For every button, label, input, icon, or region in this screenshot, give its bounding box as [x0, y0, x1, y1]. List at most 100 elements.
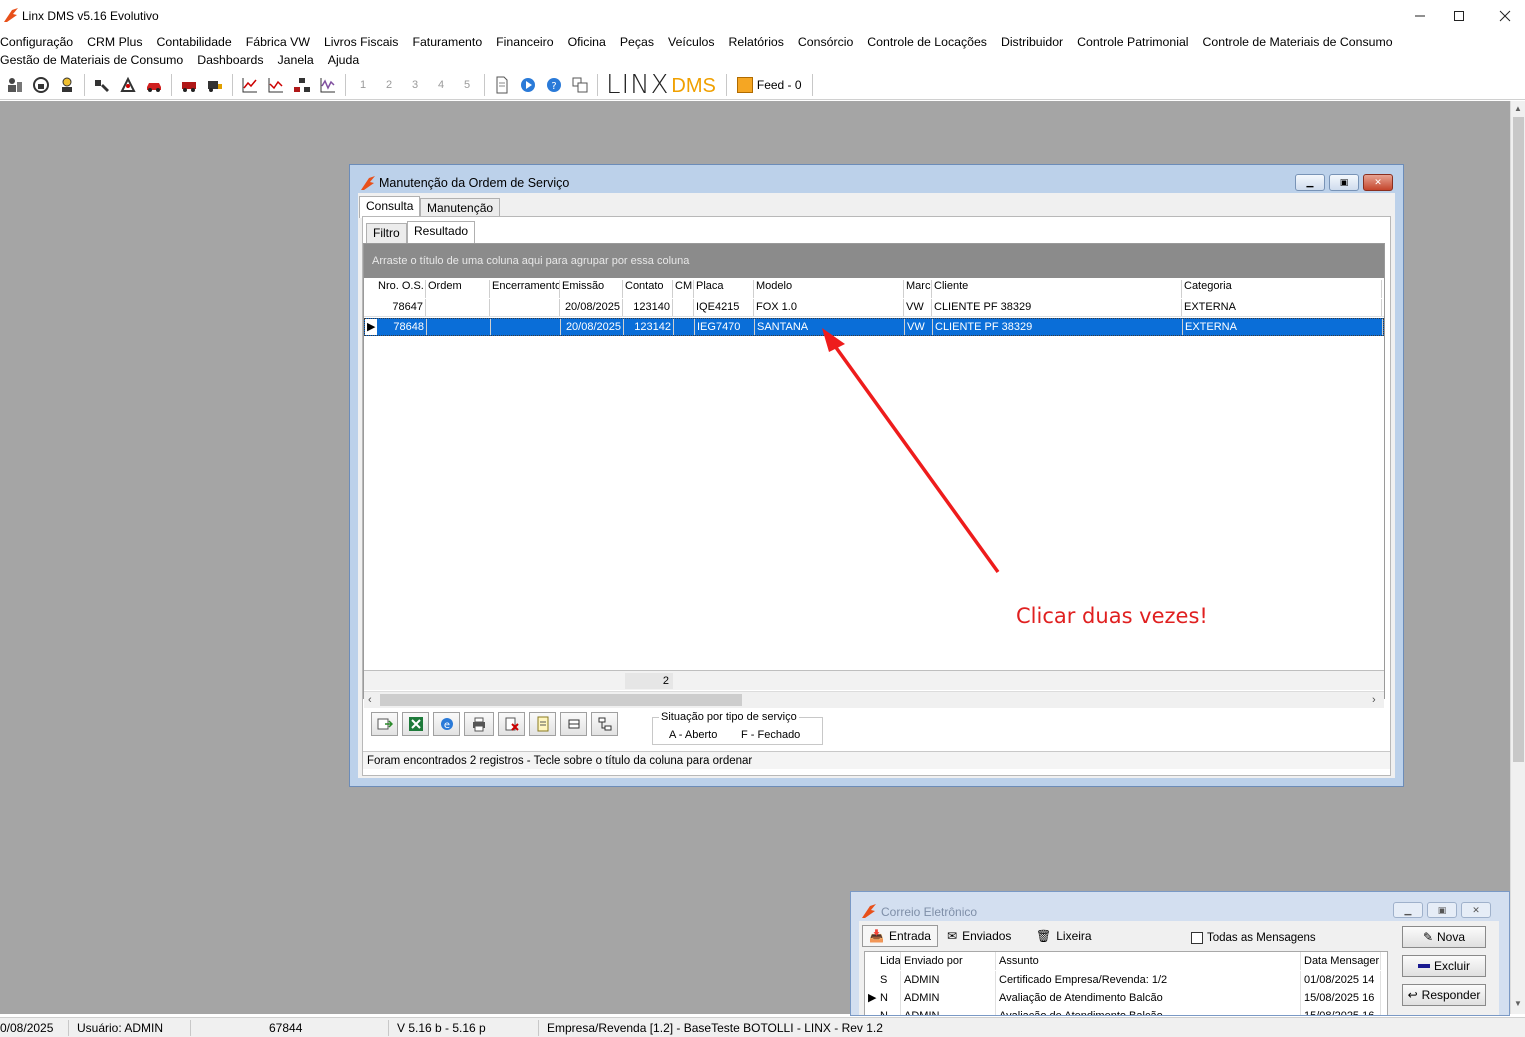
toolbar-window-5[interactable]: 5	[454, 73, 480, 97]
tree-button[interactable]	[591, 712, 618, 736]
menu-consorcio[interactable]: Consórcio	[798, 35, 860, 49]
col-header-nro-os[interactable]: Nro. O.S.	[376, 280, 426, 298]
mail-row[interactable]: N ADMIN Avaliação de Atendimento Balcão …	[865, 1007, 1387, 1015]
toolbar-button-truck[interactable]	[202, 73, 228, 97]
mail-col-lida[interactable]: Lida	[877, 952, 901, 970]
cell-cliente[interactable]: CLIENTE PF 38329	[933, 319, 1183, 335]
col-header-cm[interactable]: CM	[673, 280, 694, 298]
table-row-selected[interactable]: ▶ 78648 20/08/2025 123142 IEG7470 SANTAN…	[364, 318, 1384, 336]
col-header-marca[interactable]: Marc	[904, 280, 932, 298]
mail-responder-button[interactable]: ↩ Responder	[1402, 984, 1486, 1006]
scrollbar-thumb[interactable]	[1513, 117, 1524, 762]
collapse-button[interactable]	[560, 712, 587, 736]
mail-close-button[interactable]: ✕	[1461, 902, 1491, 918]
menu-janela[interactable]: Janela	[278, 53, 321, 67]
mail-cell-lida[interactable]: N	[877, 1007, 901, 1015]
col-header-encerramento[interactable]: Encerramento	[490, 280, 560, 298]
menu-contabilidade[interactable]: Contabilidade	[157, 35, 239, 49]
cell-cm[interactable]	[673, 299, 694, 316]
mail-excluir-button[interactable]: Excluir	[1402, 955, 1486, 977]
cell-marca[interactable]: VW	[905, 319, 933, 335]
cell-placa[interactable]: IQE4215	[694, 299, 754, 316]
scroll-down-icon[interactable]: ▼	[1514, 999, 1522, 1008]
tab-consulta[interactable]: Consulta	[359, 196, 421, 218]
toolbar-button-chart-1[interactable]	[237, 73, 263, 97]
cell-modelo[interactable]: SANTANA	[755, 319, 905, 335]
print-button[interactable]	[464, 712, 494, 736]
excel-button[interactable]	[402, 712, 429, 736]
mail-maximize-button[interactable]: ▣	[1427, 902, 1457, 918]
scroll-right-icon[interactable]: ›	[1372, 694, 1376, 706]
os-window-minimize-button[interactable]: ▁	[1295, 174, 1325, 191]
mail-cell-data[interactable]: 15/08/2025 16	[1301, 1007, 1381, 1015]
mail-cell-data[interactable]: 15/08/2025 16	[1301, 989, 1381, 1007]
toolbar-button-people[interactable]	[2, 73, 28, 97]
mail-cell-por[interactable]: ADMIN	[901, 971, 996, 989]
cell-cm[interactable]	[674, 319, 695, 335]
feed-button[interactable]: Feed - 0	[731, 76, 808, 93]
menu-controle-locacoes[interactable]: Controle de Locações	[867, 35, 994, 49]
menu-relatorios[interactable]: Relatórios	[729, 35, 791, 49]
maximize-button[interactable]	[1436, 4, 1482, 28]
menu-crm-plus[interactable]: CRM Plus	[87, 35, 149, 49]
export-button[interactable]	[371, 712, 398, 736]
all-messages-checkbox[interactable]: Todas as Mensagens	[1191, 932, 1316, 944]
menu-dashboards[interactable]: Dashboards	[197, 53, 270, 67]
menu-ajuda[interactable]: Ajuda	[328, 53, 366, 67]
toolbar-button-car[interactable]	[141, 73, 167, 97]
cell-emissao[interactable]: 20/08/2025	[560, 299, 623, 316]
cell-modelo[interactable]: FOX 1.0	[754, 299, 904, 316]
subtab-filtro[interactable]: Filtro	[366, 223, 407, 243]
toolbar-button-document[interactable]	[489, 73, 515, 97]
os-window-close-button[interactable]: ✕	[1363, 174, 1393, 191]
mail-cell-assunto[interactable]: Certificado Empresa/Revenda: 1/2	[996, 971, 1301, 989]
mail-cell-por[interactable]: ADMIN	[901, 989, 996, 1007]
delete-filter-button[interactable]	[498, 712, 525, 736]
menu-fabrica-vw[interactable]: Fábrica VW	[246, 35, 317, 49]
cell-ordem[interactable]	[426, 299, 490, 316]
close-button[interactable]	[1482, 4, 1525, 28]
toolbar-window-2[interactable]: 2	[376, 73, 402, 97]
mail-cell-assunto[interactable]: Avaliação de Atendimento Balcão	[996, 989, 1301, 1007]
mail-col-enviado-por[interactable]: Enviado por	[901, 952, 996, 970]
cell-cliente[interactable]: CLIENTE PF 38329	[932, 299, 1182, 316]
col-header-categoria[interactable]: Categoria	[1182, 280, 1382, 298]
cell-ordem[interactable]	[427, 319, 491, 335]
menu-livros-fiscais[interactable]: Livros Fiscais	[324, 35, 405, 49]
grid-horizontal-scrollbar[interactable]: ‹ ›	[364, 691, 1384, 708]
mail-nova-button[interactable]: ✎ Nova	[1402, 926, 1486, 948]
cell-nro-os[interactable]: 78648	[377, 319, 427, 335]
mail-tab-lixeira[interactable]: 🗑 Lixeira	[1030, 925, 1098, 947]
scroll-up-icon[interactable]: ▲	[1514, 104, 1522, 113]
menu-veiculos[interactable]: Veículos	[668, 35, 722, 49]
menu-configuracao[interactable]: Configuração	[0, 35, 80, 49]
mail-col-assunto[interactable]: Assunto	[996, 952, 1301, 970]
menu-faturamento[interactable]: Faturamento	[412, 35, 489, 49]
toolbar-window-1[interactable]: 1	[350, 73, 376, 97]
cell-marca[interactable]: VW	[904, 299, 932, 316]
toolbar-button-org[interactable]	[289, 73, 315, 97]
toolbar-window-3[interactable]: 3	[402, 73, 428, 97]
toolbar-window-4[interactable]: 4	[428, 73, 454, 97]
col-header-emissao[interactable]: Emissão	[560, 280, 623, 298]
col-header-contato[interactable]: Contato	[623, 280, 673, 298]
mail-row[interactable]: S ADMIN Certificado Empresa/Revenda: 1/2…	[865, 971, 1387, 989]
mail-cell-assunto[interactable]: Avaliação de Atendimento Balcão	[996, 1007, 1301, 1015]
toolbar-button-mechanic[interactable]	[115, 73, 141, 97]
toolbar-button-play[interactable]	[515, 73, 541, 97]
col-header-modelo[interactable]: Modelo	[754, 280, 904, 298]
col-header-placa[interactable]: Placa	[694, 280, 754, 298]
os-window-maximize-button[interactable]: ▣	[1329, 174, 1359, 191]
scroll-left-icon[interactable]: ‹	[368, 694, 372, 706]
cell-nro-os[interactable]: 78647	[376, 299, 426, 316]
cell-placa[interactable]: IEG7470	[695, 319, 755, 335]
menu-gestao-materiais[interactable]: Gestão de Materiais de Consumo	[0, 53, 190, 67]
toolbar-button-lock[interactable]	[28, 73, 54, 97]
browser-button[interactable]: e	[433, 712, 460, 736]
toolbar-button-windows[interactable]	[567, 73, 593, 97]
mail-minimize-button[interactable]: ▁	[1393, 902, 1423, 918]
cell-emissao[interactable]: 20/08/2025	[561, 319, 624, 335]
cell-contato[interactable]: 123140	[623, 299, 673, 316]
toolbar-button-tools[interactable]	[89, 73, 115, 97]
col-header-ordem[interactable]: Ordem	[426, 280, 490, 298]
